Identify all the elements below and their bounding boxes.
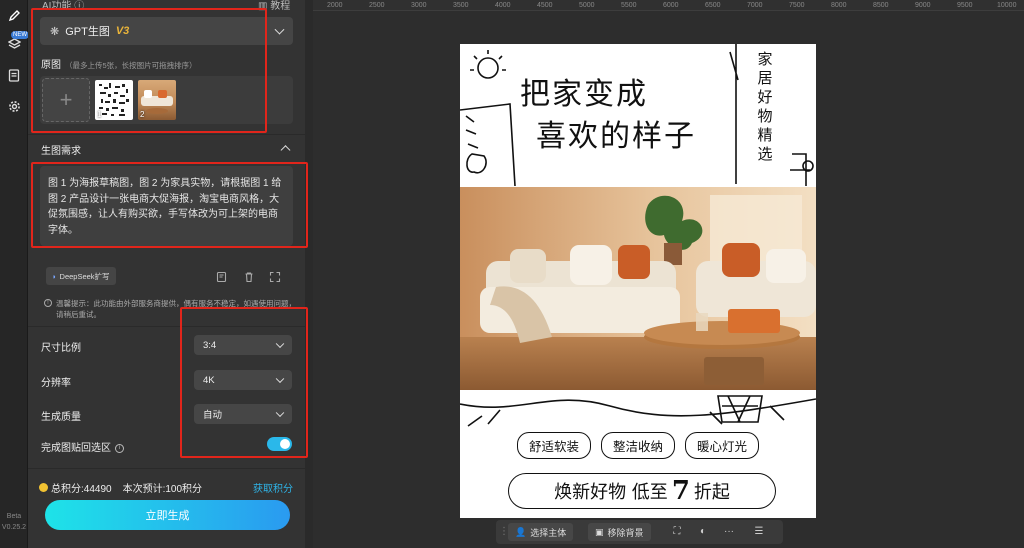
info-icon[interactable]: i <box>115 443 124 453</box>
deepseek-expand-button[interactable]: ◗ DeepSeek扩写 <box>46 267 116 285</box>
resolution-label: 分辨率 <box>41 378 71 389</box>
floating-toolbar: ⋮ 👤 选择主体 ▣ 移除背景 ⛶ ◐ ··· ☰ <box>496 520 783 544</box>
paste-back-toggle[interactable] <box>267 437 292 451</box>
generate-button[interactable]: 立即生成 <box>45 500 290 530</box>
ratio-select[interactable]: 3:4 <box>194 335 292 355</box>
quality-select[interactable]: 自动 <box>194 404 292 424</box>
poster-artboard[interactable]: 把家变成 喜欢的样子 家居好物精选 舒适软装 整洁收纳 暖心灯光 焕新好物 低至… <box>460 44 816 518</box>
notice-text: ! 温馨提示：此功能由外部服务商提供，偶有服务不稳定，如遇使用问题，请稍后重试。 <box>44 298 296 320</box>
pencil-icon[interactable] <box>7 8 21 22</box>
remove-background-button[interactable]: ▣ 移除背景 <box>588 523 651 541</box>
get-points-link[interactable]: 获取积分 <box>253 480 293 495</box>
image-icon: ▣ <box>595 526 604 537</box>
chevron-down-icon <box>274 24 285 35</box>
more-icon[interactable]: ··· <box>722 525 736 539</box>
poster-headline: 把家变成 喜欢的样子 <box>520 77 696 154</box>
feature-tag: 舒适软装 <box>516 432 591 459</box>
book-icon: ▥ <box>258 1 271 12</box>
poster-vertical-text: 家居好物精选 <box>757 50 773 163</box>
ai-panel: AI功能 ⓘ ▥ 教程 ❋ GPT生图 V3 原图 （最多上传5张，长按图片可拖拽… <box>28 0 305 548</box>
points-estimate: 本次预计:100积分 <box>122 484 203 495</box>
chevron-down-icon <box>275 408 285 418</box>
model-icon: ❋ <box>50 25 60 38</box>
add-image-button[interactable]: + <box>42 78 90 122</box>
poster-slogan: 焕新好物 低至 7 折起 <box>508 473 776 509</box>
chevron-down-icon <box>275 339 285 349</box>
select-subject-button[interactable]: 👤 选择主体 <box>508 523 574 541</box>
points-total: 总积分:44490 <box>51 484 112 495</box>
app-window: NEW Beta V0.25.2 AI功能 ⓘ ▥ 教程 ❋ GPT生图 V3 … <box>0 0 1024 548</box>
canvas-area[interactable]: 2000 2500 3000 3500 4000 4500 5000 5500 … <box>313 0 1024 548</box>
thumbnail-number: 1 <box>97 110 102 119</box>
ratio-label: 尺寸比例 <box>41 343 81 354</box>
warning-icon: ! <box>44 299 52 307</box>
divider <box>28 326 305 327</box>
quality-label: 生成质量 <box>41 412 81 423</box>
trash-icon[interactable] <box>243 270 255 283</box>
feature-tags: 舒适软装 整洁收纳 暖心灯光 <box>460 432 816 459</box>
model-name: GPT生图 <box>65 26 110 38</box>
divider <box>28 468 305 469</box>
requirement-label: 生图需求 <box>41 146 81 157</box>
original-image-label: 原图 （最多上传5张，长按图片可拖拽排序） <box>41 60 197 71</box>
chevron-up-icon[interactable] <box>280 145 291 156</box>
feature-tag: 暖心灯光 <box>685 432 760 459</box>
thumbnail-number: 2 <box>140 110 145 119</box>
prompt-textarea[interactable]: 图 1 为海报草稿图，图 2 为家具实物，请根据图 1 给图 2 产品设计一张电… <box>40 166 293 246</box>
thumbnail-2[interactable]: 2 <box>138 80 176 120</box>
model-version-badge: V3 <box>115 25 130 37</box>
thumbnail-1[interactable]: 1 <box>95 80 133 120</box>
tool-rail: NEW Beta V0.25.2 <box>0 0 29 548</box>
model-select[interactable]: ❋ GPT生图 V3 <box>40 17 293 45</box>
points-summary: 总积分:44490 本次预计:100积分 <box>39 480 202 495</box>
panel-scrollbar[interactable] <box>305 0 313 548</box>
gear-icon[interactable] <box>7 99 21 113</box>
history-icon[interactable] <box>216 270 228 283</box>
tutorial-link[interactable]: ▥ 教程 <box>258 0 290 12</box>
contrast-icon[interactable]: ◐ <box>696 525 710 539</box>
coin-icon <box>39 483 48 492</box>
whale-icon: ◗ <box>52 271 57 281</box>
sliders-icon[interactable]: ☰ <box>752 525 766 539</box>
new-badge: NEW <box>11 31 29 39</box>
person-icon: 👤 <box>515 526 527 537</box>
chevron-down-icon <box>275 374 285 384</box>
expand-icon[interactable] <box>269 270 281 283</box>
living-room-photo <box>460 187 816 390</box>
feature-tag: 整洁收纳 <box>600 432 675 459</box>
paste-back-label: 完成图贴回选区 i <box>41 439 124 454</box>
crop-icon[interactable]: ⛶ <box>670 525 684 539</box>
document-icon[interactable] <box>7 68 21 82</box>
horizontal-ruler: 2000 2500 3000 3500 4000 4500 5000 5500 … <box>313 0 1024 11</box>
thumbnail-strip: + 1 2 <box>40 76 293 124</box>
divider <box>28 134 305 135</box>
panel-title: AI功能 ⓘ <box>42 1 85 12</box>
version-label: Beta V0.25.2 <box>1 513 27 531</box>
resolution-select[interactable]: 4K <box>194 370 292 390</box>
